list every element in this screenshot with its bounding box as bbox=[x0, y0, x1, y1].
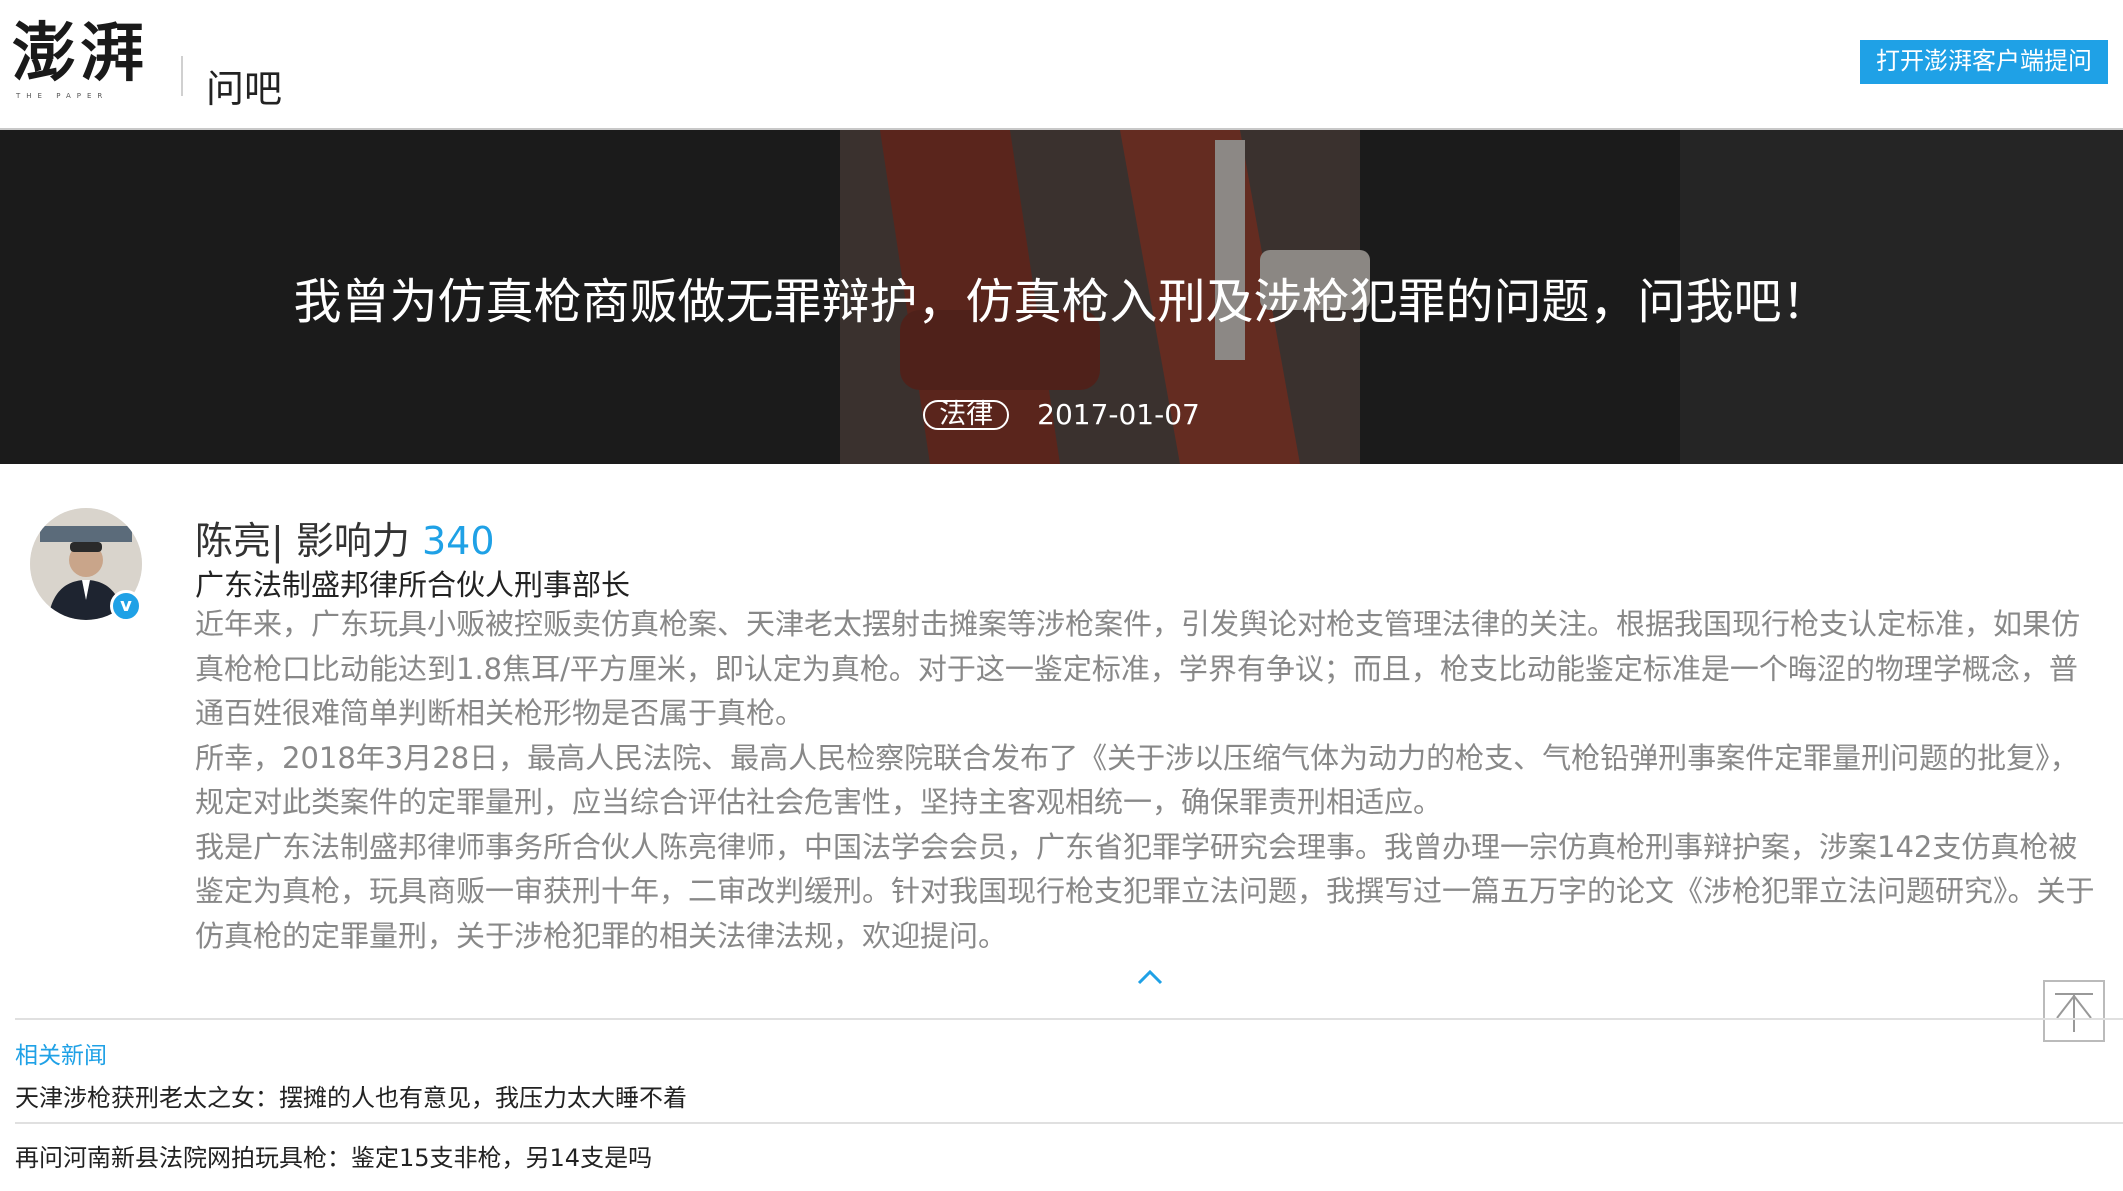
guest-name[interactable]: 陈亮 bbox=[195, 519, 271, 563]
thepaper-logo[interactable]: 澎湃 THE PAPER bbox=[12, 14, 160, 104]
open-app-ask-button[interactable]: 打开澎湃客户端提问 bbox=[1860, 40, 2108, 84]
intro-paragraph: 我是广东法制盛邦律师事务所合伙人陈亮律师，中国法学会会员，广东省犯罪学研究会理事… bbox=[195, 829, 2095, 953]
section-name[interactable]: 问吧 bbox=[206, 58, 282, 113]
related-news-item[interactable]: 天津涉枪获刑老太之女：摆摊的人也有意见，我压力太大睡不着 bbox=[15, 1078, 687, 1113]
related-news-heading: 相关新闻 bbox=[15, 1043, 107, 1069]
top-header: 澎湃 THE PAPER 问吧 打开澎湃客户端提问 bbox=[0, 0, 2123, 130]
intro-paragraph: 所幸，2018年3月28日，最高人民法院、最高人民检察院联合发布了《关于涉以压缩… bbox=[195, 740, 2079, 820]
topic-intro: 近年来，广东玩具小贩被控贩卖仿真枪案、天津老太摆射击摊案等涉枪案件，引发舆论对枪… bbox=[195, 602, 2105, 958]
header-divider bbox=[181, 56, 183, 96]
section-divider bbox=[15, 1018, 2123, 1020]
topic-meta: 法律 2017-01-07 bbox=[0, 398, 2123, 431]
profile-name-line: 陈亮| 影响力 340 bbox=[195, 510, 495, 565]
logo-wordmark: 澎湃 bbox=[12, 16, 148, 91]
verified-icon: v bbox=[110, 590, 142, 622]
intro-paragraph: 近年来，广东玩具小贩被控贩卖仿真枪案、天津老太摆射击摊案等涉枪案件，引发舆论对枪… bbox=[195, 607, 2081, 730]
influence-value: 340 bbox=[422, 519, 495, 563]
guest-title: 广东法制盛邦律所合伙人刑事部长 bbox=[195, 568, 631, 602]
back-to-top-icon bbox=[2055, 993, 2093, 1032]
topic-date: 2017-01-07 bbox=[1037, 398, 1200, 431]
logo-subtitle: THE PAPER bbox=[16, 92, 109, 100]
related-news-item[interactable]: 再问河南新县法院网拍玩具枪：鉴定15支非枪，另14支是吗 bbox=[15, 1138, 652, 1173]
back-to-top-button[interactable] bbox=[2043, 980, 2105, 1042]
category-tag[interactable]: 法律 bbox=[923, 399, 1010, 430]
chevron-up-icon[interactable] bbox=[1137, 968, 1163, 986]
topic-title: 我曾为仿真枪商贩做无罪辩护，仿真枪入刑及涉枪犯罪的问题，问我吧！ bbox=[293, 274, 1830, 330]
influence-label: | 影响力 bbox=[271, 519, 410, 563]
news-divider bbox=[15, 1122, 2123, 1124]
